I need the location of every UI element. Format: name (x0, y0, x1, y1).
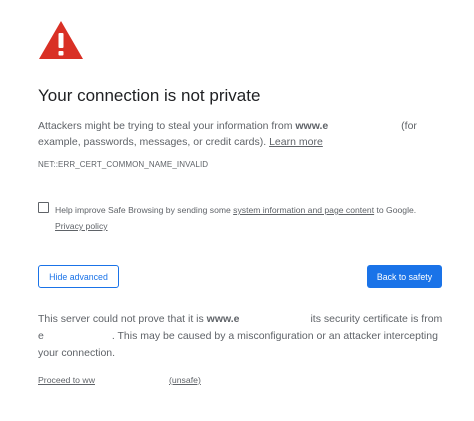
details-text-end: . This may be caused by a misconfigurati… (38, 330, 438, 359)
site-domain: www.e (295, 120, 329, 132)
hide-advanced-button[interactable]: Hide advanced (38, 265, 119, 288)
page-title: Your connection is not private (38, 86, 261, 105)
privacy-policy-link[interactable]: Privacy policy (55, 221, 108, 231)
system-info-link[interactable]: system information and page content (233, 205, 374, 215)
details-domain: www.e (206, 313, 240, 325)
proceed-link-prefix[interactable]: Proceed to ww (38, 375, 95, 385)
safe-browsing-suffix: to Google. (374, 205, 417, 215)
description-text: Attackers might be trying to steal your … (38, 120, 296, 132)
learn-more-link[interactable]: Learn more (269, 136, 323, 148)
details-domain-2: e (38, 330, 44, 342)
warning-triangle-icon (39, 21, 83, 59)
back-to-safety-button[interactable]: Back to safety (367, 265, 442, 288)
proceed-link-suffix[interactable]: (unsafe) (169, 375, 201, 385)
warning-description: Attackers might be trying to steal your … (38, 118, 450, 150)
details-text-cont: its security certificate is from (307, 313, 443, 325)
safe-browsing-checkbox[interactable] (38, 202, 49, 213)
advanced-details: This server could not prove that it is w… (38, 311, 450, 362)
error-code: NET::ERR_CERT_COMMON_NAME_INVALID (38, 160, 209, 169)
safe-browsing-label: Help improve Safe Browsing by sending so… (55, 205, 234, 215)
safe-browsing-text: Help improve Safe Browsing by sending so… (55, 202, 460, 234)
details-text: This server could not prove that it is (38, 313, 207, 325)
proceed-unsafe-link[interactable]: Proceed to ww (unsafe) (38, 375, 201, 385)
